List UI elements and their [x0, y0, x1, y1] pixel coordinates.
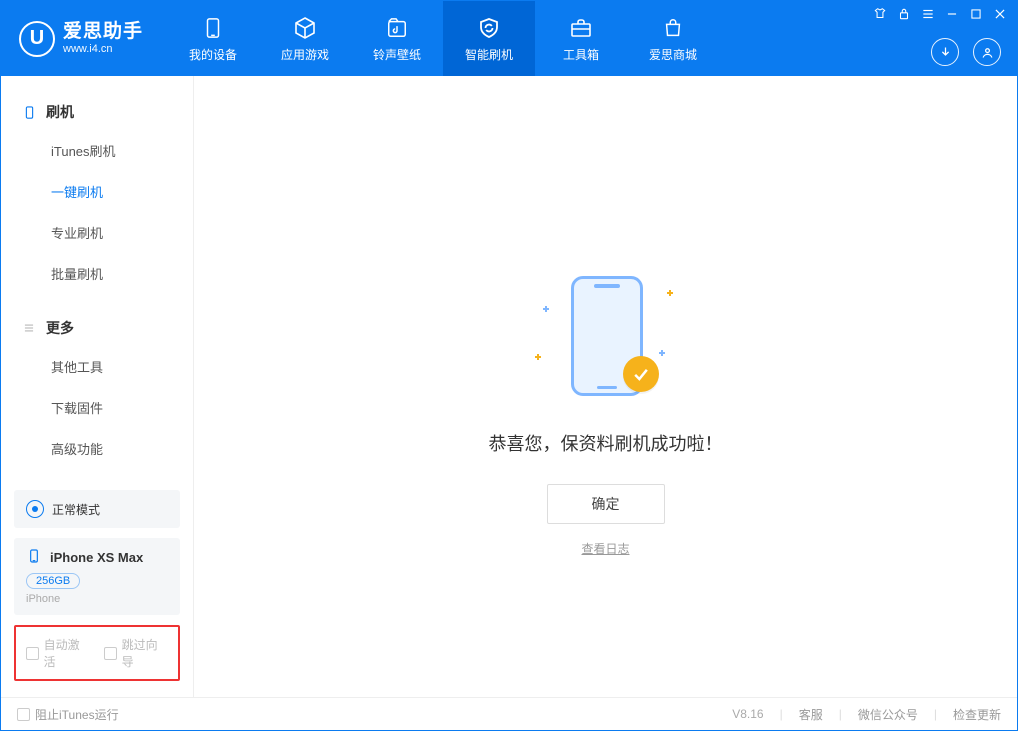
tab-store[interactable]: 爱思商城 — [627, 1, 719, 76]
ok-button[interactable]: 确定 — [547, 484, 665, 524]
sidebar: 刷机 iTunes刷机 一键刷机 专业刷机 批量刷机 更多 其他工具 下载固件 … — [1, 76, 194, 697]
music-folder-icon — [384, 15, 410, 41]
cube-icon — [292, 15, 318, 41]
device-icon — [21, 104, 37, 120]
checkbox-block-itunes[interactable]: 阻止iTunes运行 — [17, 706, 119, 723]
mode-icon — [26, 500, 44, 518]
app-logo-icon: U — [19, 21, 55, 57]
list-icon — [21, 320, 37, 336]
minimize-icon[interactable] — [945, 7, 959, 26]
sidebar-group-more[interactable]: 更多 — [1, 310, 193, 346]
tshirt-icon[interactable] — [873, 7, 887, 26]
titlebar: U 爱思助手 www.i4.cn 我的设备 应用游戏 铃声壁纸 — [1, 1, 1017, 76]
brand-url: www.i4.cn — [63, 43, 143, 55]
separator: | — [780, 707, 783, 721]
account-button[interactable] — [973, 38, 1001, 66]
tab-ringtone[interactable]: 铃声壁纸 — [351, 1, 443, 76]
sidebar-item-oneclick-flash[interactable]: 一键刷机 — [1, 171, 193, 212]
checkbox-icon — [104, 647, 117, 660]
sparkle-icon — [543, 306, 549, 312]
device-name: iPhone XS Max — [50, 550, 143, 565]
toolbox-icon — [568, 15, 594, 41]
brand: U 爱思助手 www.i4.cn — [1, 1, 167, 76]
header-action-buttons — [931, 38, 1001, 66]
view-log-link[interactable]: 查看日志 — [581, 540, 629, 557]
sidebar-item-pro-flash[interactable]: 专业刷机 — [1, 212, 193, 253]
checkbox-icon — [26, 647, 39, 660]
tab-label: 我的设备 — [189, 46, 237, 63]
support-link[interactable]: 客服 — [799, 706, 823, 723]
maximize-icon[interactable] — [969, 7, 983, 26]
device-card[interactable]: iPhone XS Max 256GB iPhone — [14, 538, 180, 615]
version-label: V8.16 — [732, 707, 763, 721]
checkmark-badge-icon — [623, 356, 659, 392]
tab-label: 工具箱 — [563, 46, 599, 63]
checkbox-label: 阻止iTunes运行 — [35, 706, 119, 723]
sidebar-item-advanced[interactable]: 高级功能 — [1, 428, 193, 469]
tab-label: 智能刷机 — [465, 46, 513, 63]
tab-label: 铃声壁纸 — [373, 46, 421, 63]
success-message: 恭喜您，保资料刷机成功啦！ — [489, 430, 723, 456]
brand-name: 爱思助手 — [63, 22, 143, 43]
download-button[interactable] — [931, 38, 959, 66]
tab-flash[interactable]: 智能刷机 — [443, 1, 535, 76]
main-content: 恭喜您，保资料刷机成功啦！ 确定 查看日志 — [194, 76, 1017, 697]
window-controls-top — [873, 7, 1007, 26]
lock-icon[interactable] — [897, 7, 911, 26]
bag-icon — [660, 15, 686, 41]
device-phone-icon — [26, 548, 42, 567]
checkbox-auto-activate[interactable]: 自动激活 — [26, 636, 90, 670]
menu-icon[interactable] — [921, 7, 935, 26]
wechat-link[interactable]: 微信公众号 — [858, 706, 918, 723]
mode-label: 正常模式 — [52, 501, 100, 518]
statusbar: 阻止iTunes运行 V8.16 | 客服 | 微信公众号 | 检查更新 — [1, 697, 1017, 730]
separator: | — [934, 707, 937, 721]
sparkle-icon — [659, 350, 665, 356]
mode-card[interactable]: 正常模式 — [14, 490, 180, 528]
checkbox-skip-guide[interactable]: 跳过向导 — [104, 636, 168, 670]
sidebar-group-label: 更多 — [46, 318, 74, 338]
sidebar-group-label: 刷机 — [46, 102, 74, 122]
success-illustration — [531, 276, 681, 406]
refresh-shield-icon — [476, 15, 502, 41]
checkbox-icon — [17, 708, 30, 721]
checkbox-label: 跳过向导 — [122, 636, 168, 670]
sidebar-item-itunes-flash[interactable]: iTunes刷机 — [1, 130, 193, 171]
tab-my-device[interactable]: 我的设备 — [167, 1, 259, 76]
app-body: 刷机 iTunes刷机 一键刷机 专业刷机 批量刷机 更多 其他工具 下载固件 … — [1, 76, 1017, 697]
tab-toolbox[interactable]: 工具箱 — [535, 1, 627, 76]
sidebar-item-batch-flash[interactable]: 批量刷机 — [1, 253, 193, 294]
check-update-link[interactable]: 检查更新 — [953, 706, 1001, 723]
separator: | — [839, 707, 842, 721]
device-storage: 256GB — [26, 573, 80, 589]
sparkle-icon — [667, 290, 673, 296]
tab-label: 应用游戏 — [281, 46, 329, 63]
tab-label: 爱思商城 — [649, 46, 697, 63]
sidebar-group-flash[interactable]: 刷机 — [1, 94, 193, 130]
sidebar-item-other-tools[interactable]: 其他工具 — [1, 346, 193, 387]
checkbox-label: 自动激活 — [44, 636, 90, 670]
sparkle-icon — [535, 354, 541, 360]
tab-apps[interactable]: 应用游戏 — [259, 1, 351, 76]
sidebar-item-firmware[interactable]: 下载固件 — [1, 387, 193, 428]
main-tabs: 我的设备 应用游戏 铃声壁纸 智能刷机 工具箱 — [167, 1, 719, 76]
close-icon[interactable] — [993, 7, 1007, 26]
bottom-options-highlighted: 自动激活 跳过向导 — [14, 625, 180, 681]
device-type: iPhone — [26, 593, 168, 605]
phone-icon — [200, 15, 226, 41]
